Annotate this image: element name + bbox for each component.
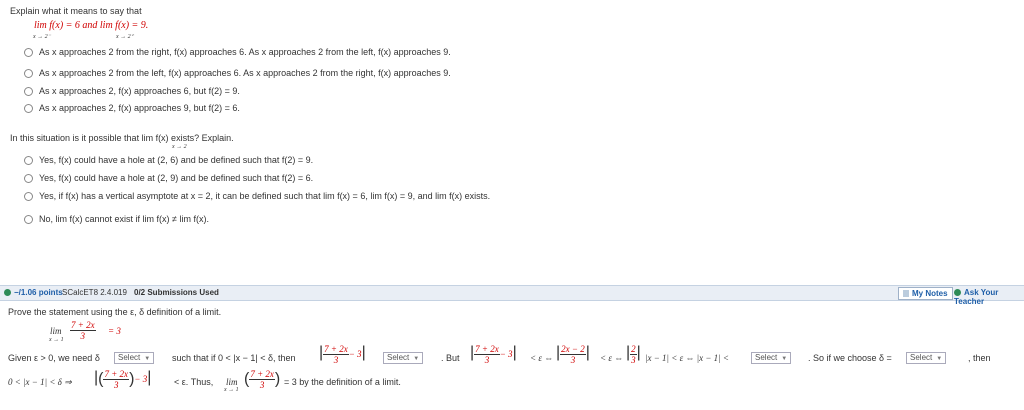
q3-so-if: . So if we choose δ = bbox=[808, 353, 892, 363]
q3-chain-2: < ε ⇔ bbox=[600, 353, 624, 363]
submissions-label: 0/2 Submissions Used bbox=[134, 288, 219, 297]
question-code: SCalcET8 2.4.019 bbox=[62, 288, 127, 297]
select-dropdown-3[interactable]: Select ▼ bbox=[751, 352, 792, 364]
q3-abs-fraction-3: | 2x − 2 3 | bbox=[556, 344, 590, 366]
q3-lim-word: lim bbox=[50, 326, 62, 336]
chevron-down-icon: ▼ bbox=[781, 356, 788, 362]
q3-abs-fraction-1: | 7 + 2x 3− 3| bbox=[319, 344, 366, 366]
q1-lim-right-sub: x → 2⁺ bbox=[116, 34, 134, 40]
q3-lim2-word: lim bbox=[226, 377, 238, 387]
ask-teacher-link[interactable]: Ask Your Teacher bbox=[954, 288, 1024, 306]
radio-button[interactable] bbox=[24, 104, 33, 114]
delta-select-1[interactable]: Select ▼ bbox=[114, 352, 155, 364]
delta-select-final[interactable]: Select ▼ bbox=[906, 352, 947, 364]
q3-paren-fraction: (7 + 2x 3) bbox=[244, 369, 281, 390]
q3-abs-fraction-5: |(7 + 2x 3)− 3| bbox=[94, 369, 152, 391]
select-dropdown-2[interactable]: Select ▼ bbox=[383, 352, 424, 364]
q3-abs-fraction-4: | 2 3 | bbox=[626, 344, 641, 366]
q3-line2-mid: < ε. Thus, bbox=[174, 377, 214, 387]
chevron-down-icon: ▼ bbox=[413, 356, 420, 362]
plus-circle-icon bbox=[954, 289, 961, 297]
radio-button[interactable] bbox=[24, 87, 33, 97]
q3-lim2-sub: x → 1 bbox=[224, 387, 239, 393]
radio-button[interactable] bbox=[24, 69, 33, 79]
q3-but: . But bbox=[441, 353, 460, 363]
radio-button[interactable] bbox=[24, 156, 33, 166]
my-notes-button[interactable]: My Notes bbox=[898, 287, 953, 300]
points-label: −/1.06 points bbox=[14, 288, 63, 297]
q3-then: , then bbox=[968, 353, 991, 363]
q3-line2-start: 0 < |x − 1| < δ ⇒ bbox=[8, 377, 72, 387]
q3-chain-3: |x − 1| < ε ⇔ |x − 1| < bbox=[645, 353, 729, 363]
q3-lim-sub: x → 1 bbox=[49, 337, 64, 343]
notes-icon bbox=[903, 290, 909, 298]
radio-button[interactable] bbox=[24, 215, 33, 225]
q3-given: Given ε > 0, we need δ bbox=[8, 353, 100, 363]
q2-option-1[interactable]: Yes, f(x) could have a hole at (2, 6) an… bbox=[24, 155, 313, 166]
q3-such-that: such that if 0 < |x − 1| < δ, then bbox=[172, 353, 296, 363]
q1-option-3[interactable]: As x approaches 2, f(x) approaches 6, bu… bbox=[24, 86, 240, 97]
q2-option-2[interactable]: Yes, f(x) could have a hole at (2, 9) an… bbox=[24, 173, 313, 184]
q2-option-4[interactable]: No, lim f(x) cannot exist if lim f(x) ≠ … bbox=[24, 214, 209, 225]
chevron-down-icon: ▼ bbox=[936, 356, 943, 362]
radio-button[interactable] bbox=[24, 192, 33, 202]
q1-option-2[interactable]: As x approaches 2 from the left, f(x) ap… bbox=[24, 68, 451, 79]
radio-button[interactable] bbox=[24, 174, 33, 184]
q3-chain-1: < ε ⇔ bbox=[530, 353, 554, 363]
plus-icon[interactable] bbox=[4, 288, 14, 297]
q3-abs-fraction-2: | 7 + 2x 3− 3| bbox=[470, 344, 517, 366]
q2-option-3[interactable]: Yes, if f(x) has a vertical asymptote at… bbox=[24, 191, 490, 202]
q3-line2-end: = 3 by the definition of a limit. bbox=[284, 377, 401, 387]
q1-option-4[interactable]: As x approaches 2, f(x) approaches 9, bu… bbox=[24, 103, 240, 114]
q3-prompt: Prove the statement using the ε, δ defin… bbox=[8, 307, 222, 317]
q1-option-1[interactable]: As x approaches 2 from the right, f(x) a… bbox=[24, 47, 451, 58]
q2-prompt: In this situation is it possible that li… bbox=[10, 133, 234, 143]
q1-prompt: Explain what it means to say that bbox=[10, 6, 142, 16]
question-header-bar: −/1.06 points SCalcET8 2.4.019 0/2 Submi… bbox=[0, 285, 1024, 306]
q3-fraction: 7 + 2x 3 bbox=[70, 320, 96, 341]
radio-button[interactable] bbox=[24, 48, 33, 58]
q1-lim-left-sub: x → 2⁻ bbox=[33, 34, 51, 40]
q2-lim-sub: x → 2 bbox=[172, 144, 187, 150]
q1-limit-statement: lim f(x) = 6 and lim f(x) = 9. bbox=[34, 20, 149, 31]
q3-equals: = 3 bbox=[108, 326, 121, 336]
chevron-down-icon: ▼ bbox=[144, 356, 151, 362]
